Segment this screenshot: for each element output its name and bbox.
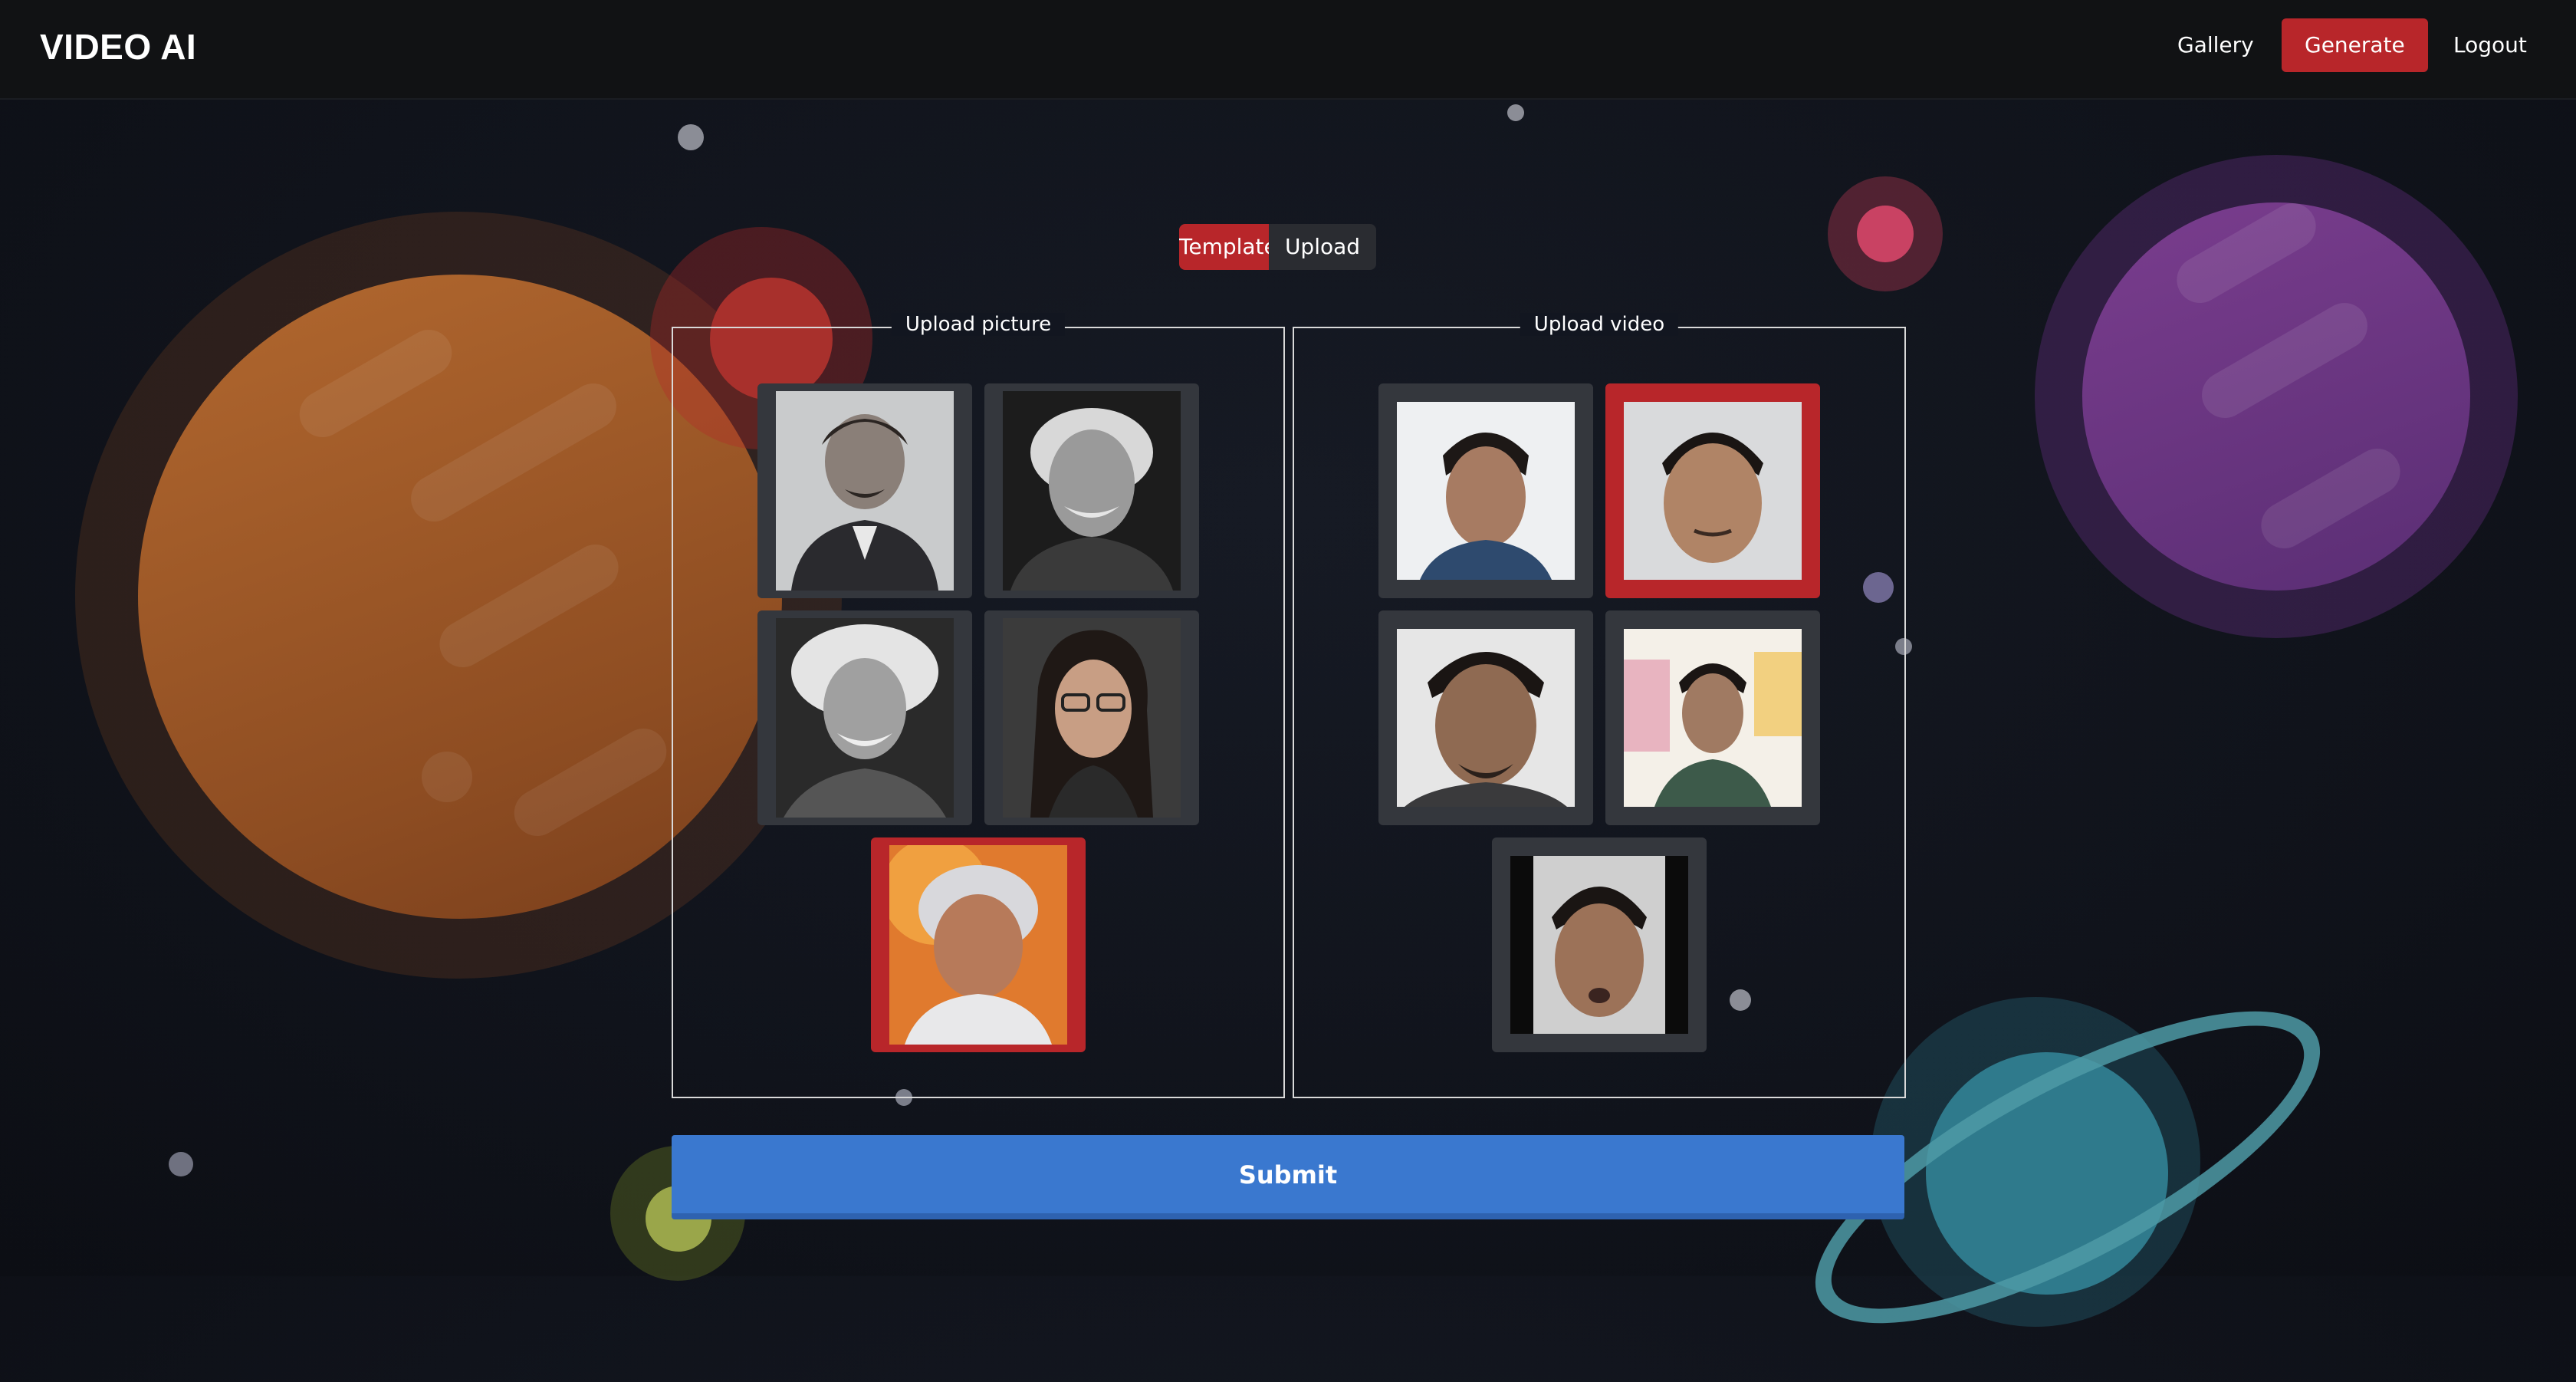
nav-generate-button[interactable]: Generate (2282, 18, 2428, 72)
brand-logo[interactable]: VIDEO AI (40, 26, 196, 67)
portrait-thumbnail (1003, 618, 1181, 818)
video-thumbnail (1624, 402, 1802, 580)
portrait-thumbnail (1003, 391, 1181, 591)
video-thumbnail (1510, 856, 1688, 1034)
picture-tile[interactable] (757, 610, 972, 825)
video-thumbnail (1624, 629, 1802, 807)
picture-tile[interactable] (757, 383, 972, 598)
picture-tile[interactable] (984, 383, 1199, 598)
portrait-thumbnail (776, 391, 954, 591)
upload-video-panel: Upload video (1293, 313, 1906, 1098)
upload-tab[interactable]: Upload (1269, 224, 1376, 270)
submit-button[interactable]: Submit (672, 1135, 1904, 1219)
pink-planet (1857, 206, 1914, 262)
video-thumbnail (1397, 402, 1575, 580)
video-tile[interactable] (1378, 610, 1593, 825)
video-tile[interactable] (1605, 610, 1820, 825)
top-navbar: VIDEO AI Gallery Generate Logout (0, 0, 2576, 100)
mode-toggle: Template Upload (1179, 224, 1376, 270)
upload-picture-title: Upload picture (891, 313, 1066, 336)
portrait-thumbnail (889, 845, 1067, 1045)
upload-video-title: Upload video (1520, 313, 1679, 336)
portrait-thumbnail (776, 618, 954, 818)
star-dot (169, 1152, 193, 1176)
picture-tile[interactable] (984, 610, 1199, 825)
planet-crater (422, 752, 472, 802)
upload-picture-panel: Upload picture (672, 313, 1285, 1098)
video-tile-selected[interactable] (1605, 383, 1820, 598)
star-dot (678, 124, 704, 150)
video-tile[interactable] (1378, 383, 1593, 598)
nav-logout-link[interactable]: Logout (2430, 18, 2550, 72)
video-tile[interactable] (1492, 837, 1707, 1052)
template-tab[interactable]: Template (1179, 224, 1277, 270)
nav-gallery-link[interactable]: Gallery (2154, 18, 2277, 72)
star-dot (1507, 104, 1524, 121)
video-thumbnail (1397, 629, 1575, 807)
picture-tile-selected[interactable] (871, 837, 1086, 1052)
